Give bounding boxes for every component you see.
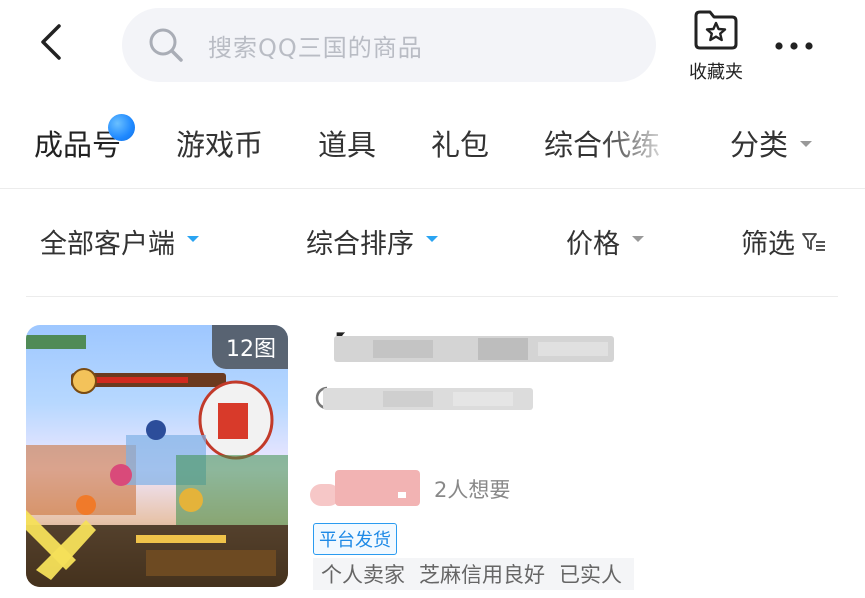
filter-sort[interactable]: 综合排序 (306, 222, 438, 261)
platform-delivery-badge: 平台发货 (313, 523, 397, 555)
seller-tags: 个人卖家 芝麻信用良好 已实人 (313, 558, 634, 590)
star-folder-icon (693, 8, 739, 54)
tab-gift-pack[interactable]: 礼包 (431, 122, 489, 164)
filter-sort-label: 综合排序 (306, 229, 414, 260)
chevron-down-icon (187, 235, 199, 242)
want-count: 2人想要 (434, 478, 511, 502)
favorites-label: 收藏夹 (689, 62, 743, 83)
divider (26, 296, 838, 297)
tab-power-leveling[interactable]: 综合代练 (544, 122, 660, 164)
more-button[interactable] (770, 28, 818, 62)
back-arrow-icon (37, 22, 67, 66)
tag-credit-good: 芝麻信用良好 (419, 563, 545, 587)
filter-price[interactable]: 价格 (566, 222, 644, 261)
price-row: 2人想要 (310, 462, 510, 508)
back-button[interactable] (30, 22, 74, 66)
chevron-down-icon (426, 235, 438, 242)
filter-funnel-icon (801, 230, 827, 254)
product-subtitle (313, 382, 535, 414)
notification-dot (108, 114, 135, 141)
filter-price-label: 价格 (566, 229, 620, 260)
search-icon (146, 25, 186, 65)
tab-category-label: 分类 (730, 128, 789, 162)
tag-individual-seller: 个人卖家 (321, 563, 405, 587)
tab-items[interactable]: 道具 (318, 122, 376, 164)
image-count-badge: 12图 (212, 325, 288, 369)
category-tabs: 成品号 游戏币 道具 礼包 综合代练 分类 (0, 104, 865, 184)
favorites-button[interactable]: 收藏夹 (683, 8, 749, 84)
search-input[interactable]: 搜索QQ三国的商品 (208, 28, 423, 63)
filter-screen-label: 筛选 (741, 229, 795, 260)
filter-screen[interactable]: 筛选 (741, 222, 827, 261)
product-thumbnail[interactable]: 12图 (26, 325, 288, 587)
price-value (310, 466, 420, 508)
search-bar[interactable]: 搜索QQ三国的商品 (122, 8, 656, 82)
tab-category[interactable]: 分类 (730, 122, 813, 164)
filter-client-label: 全部客户端 (40, 229, 175, 260)
more-dots-icon (774, 36, 814, 55)
tag-verified: 已实人 (559, 563, 622, 587)
product-title[interactable]: 【 (318, 326, 618, 366)
chevron-down-icon (800, 141, 813, 147)
chevron-down-icon (632, 235, 644, 242)
filter-client[interactable]: 全部客户端 (40, 222, 199, 261)
divider (0, 188, 865, 189)
tab-game-currency[interactable]: 游戏币 (176, 122, 263, 164)
